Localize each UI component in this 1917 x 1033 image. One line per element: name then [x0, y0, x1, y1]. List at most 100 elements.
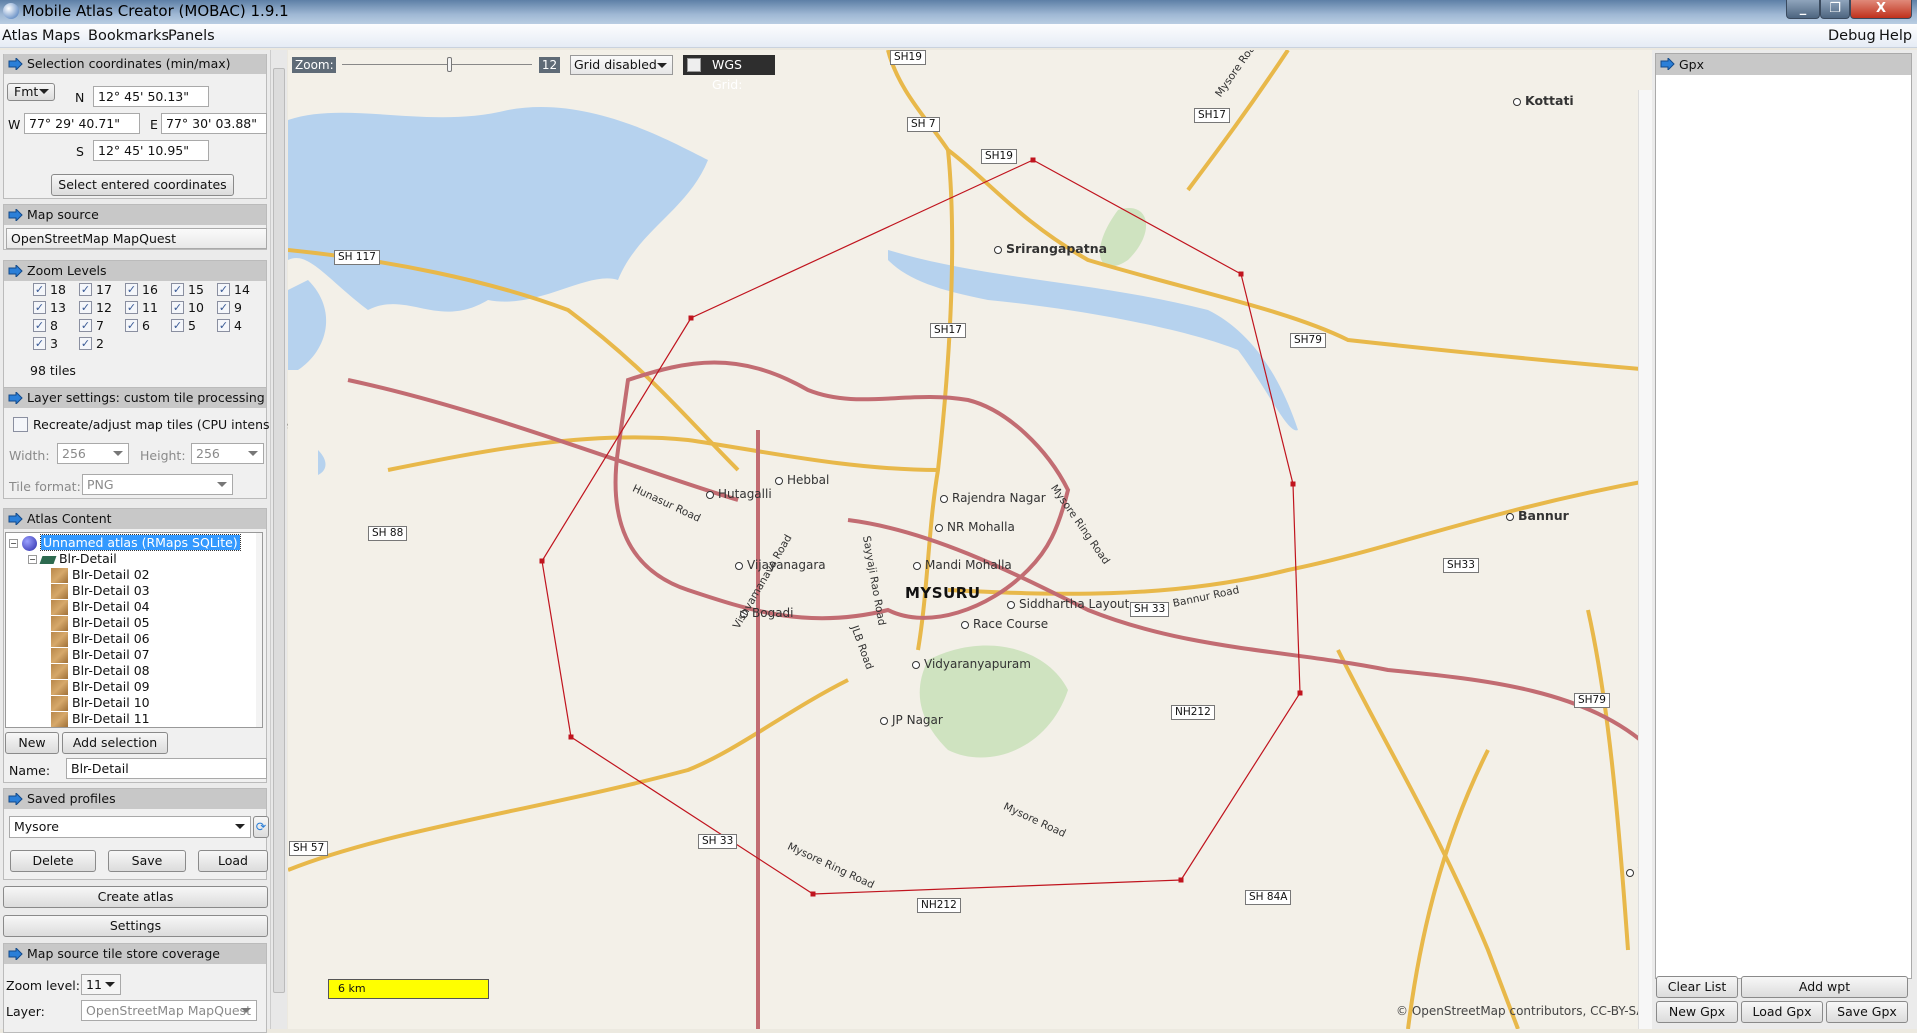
atlas-map-item[interactable]: Blr-Detail 08: [51, 663, 150, 679]
zoom-level-checkbox[interactable]: ✓: [79, 283, 92, 296]
saved-profiles-header[interactable]: Saved profiles: [4, 789, 266, 809]
coverage-layer-select[interactable]: OpenStreetMap MapQuest: [81, 1000, 257, 1021]
atlas-tree[interactable]: − Unnamed atlas (RMaps SQLite) − Blr-Det…: [5, 532, 263, 728]
collapse-icon[interactable]: −: [9, 539, 18, 548]
menu-maps[interactable]: Maps: [42, 28, 80, 44]
zoom-level-checkbox[interactable]: ✓: [125, 283, 138, 296]
zoom-level-checkbox[interactable]: ✓: [217, 283, 230, 296]
selection-vertex[interactable]: [810, 891, 816, 897]
atlas-map-item[interactable]: Blr-Detail 05: [51, 615, 150, 631]
selection-vertex[interactable]: [1030, 157, 1036, 163]
width-select[interactable]: 256: [57, 443, 129, 464]
window-title: Mobile Atlas Creator (MOBAC) 1.9.1: [22, 2, 289, 20]
gpx-list[interactable]: [1655, 53, 1912, 979]
menu-panels[interactable]: Panels: [168, 28, 215, 44]
tile-format-select[interactable]: PNG: [82, 474, 233, 495]
menu-debug[interactable]: Debug: [1828, 28, 1876, 44]
atlas-map-item[interactable]: Blr-Detail 02: [51, 567, 150, 583]
profile-select[interactable]: Mysore: [9, 816, 251, 838]
layer-node[interactable]: − Blr-Detail: [28, 551, 117, 566]
map-source-select[interactable]: OpenStreetMap MapQuest: [6, 228, 267, 249]
menu-help[interactable]: Help: [1879, 28, 1912, 44]
atlas-content-header[interactable]: Atlas Content: [4, 509, 266, 529]
atlas-map-item[interactable]: Blr-Detail 03: [51, 583, 150, 599]
selection-vertex[interactable]: [1238, 271, 1244, 277]
add-waypoint-button[interactable]: Add wpt: [1741, 976, 1908, 998]
zoom-level-checkbox[interactable]: ✓: [171, 301, 184, 314]
zoom-slider[interactable]: [342, 64, 532, 65]
zoom-level-checkbox[interactable]: ✓: [33, 319, 46, 332]
menu-atlas[interactable]: Atlas: [2, 28, 38, 44]
zoom-level-checkbox[interactable]: ✓: [33, 337, 46, 350]
layer-settings-header[interactable]: Layer settings: custom tile processing: [4, 388, 266, 408]
atlas-root-node[interactable]: − Unnamed atlas (RMaps SQLite): [9, 534, 241, 551]
zoom-slider-thumb[interactable]: [446, 57, 452, 72]
new-atlas-button[interactable]: New: [5, 732, 59, 754]
load-gpx-button[interactable]: Load Gpx: [1741, 1001, 1823, 1023]
grid-select[interactable]: Grid disabled: [570, 55, 673, 75]
save-profile-button[interactable]: Save: [108, 850, 186, 872]
atlas-map-item[interactable]: Blr-Detail 12: [51, 727, 150, 728]
collapse-icon[interactable]: −: [28, 555, 37, 564]
gpx-header[interactable]: Gpx: [1656, 54, 1911, 75]
select-entered-coordinates-button[interactable]: Select entered coordinates: [51, 174, 234, 196]
format-dropdown[interactable]: Fmt: [7, 83, 55, 101]
save-gpx-button[interactable]: Save Gpx: [1826, 1001, 1908, 1023]
atlas-map-item[interactable]: Blr-Detail 10: [51, 695, 150, 711]
atlas-map-item[interactable]: Blr-Detail 04: [51, 599, 150, 615]
selection-vertex[interactable]: [1297, 690, 1303, 696]
maximize-button[interactable]: ❐: [1820, 0, 1850, 19]
wgs-grid-checkbox[interactable]: [687, 58, 701, 72]
atlas-map-item[interactable]: Blr-Detail 11: [51, 711, 150, 727]
map-view[interactable]: Kottati Srirangapatna Bannur Hebbal Hutagall…: [288, 50, 1652, 1029]
zoom-level-checkbox[interactable]: ✓: [217, 301, 230, 314]
map-source-header[interactable]: Map source: [4, 205, 266, 225]
height-select[interactable]: 256: [191, 443, 264, 464]
atlas-map-item[interactable]: Blr-Detail 06: [51, 631, 150, 647]
selection-vertex[interactable]: [1290, 481, 1296, 487]
zoom-levels-header[interactable]: Zoom Levels: [4, 261, 266, 281]
west-input[interactable]: 77° 29' 40.71": [24, 113, 140, 134]
zoom-level-checkbox[interactable]: ✓: [79, 337, 92, 350]
zoom-level-checkbox[interactable]: ✓: [125, 319, 138, 332]
north-input[interactable]: 12° 45' 50.13": [93, 86, 209, 107]
zoom-level-checkbox[interactable]: ✓: [79, 301, 92, 314]
zoom-level-checkbox[interactable]: ✓: [33, 301, 46, 314]
zoom-level-checkbox[interactable]: ✓: [171, 319, 184, 332]
refresh-profiles-button[interactable]: ⟳: [253, 816, 269, 838]
load-profile-button[interactable]: Load: [198, 850, 268, 872]
selection-vertex[interactable]: [568, 734, 574, 740]
new-gpx-button[interactable]: New Gpx: [1656, 1001, 1738, 1023]
delete-profile-button[interactable]: Delete: [10, 850, 96, 872]
add-selection-button[interactable]: Add selection: [62, 732, 168, 754]
coverage-zoom-select[interactable]: 11: [81, 974, 121, 995]
height-label: Height:: [140, 448, 186, 463]
selection-vertex[interactable]: [539, 558, 545, 564]
selection-coordinates-header[interactable]: Selection coordinates (min/max): [4, 54, 266, 74]
minimize-button[interactable]: _: [1786, 0, 1820, 19]
scrollbar-thumb[interactable]: [273, 68, 285, 993]
zoom-level-checkbox[interactable]: ✓: [33, 283, 46, 296]
clear-list-button[interactable]: Clear List: [1656, 976, 1738, 998]
tree-scrollbar[interactable]: [256, 533, 262, 727]
settings-button[interactable]: Settings: [3, 915, 268, 937]
left-panel-scrollbar[interactable]: [270, 50, 287, 1029]
recreate-tiles-checkbox[interactable]: [13, 417, 28, 432]
zoom-level-checkbox[interactable]: ✓: [171, 283, 184, 296]
south-input[interactable]: 12° 45' 10.95": [93, 140, 209, 161]
name-input[interactable]: Blr-Detail: [66, 758, 267, 779]
east-input[interactable]: 77° 30' 03.88": [161, 113, 267, 134]
zoom-level-checkbox[interactable]: ✓: [79, 319, 92, 332]
selection-vertex[interactable]: [1178, 877, 1184, 883]
coverage-header[interactable]: Map source tile store coverage: [4, 944, 266, 964]
atlas-map-item[interactable]: Blr-Detail 09: [51, 679, 150, 695]
create-atlas-button[interactable]: Create atlas: [3, 886, 268, 908]
zoom-level-checkbox[interactable]: ✓: [125, 301, 138, 314]
atlas-map-item[interactable]: Blr-Detail 07: [51, 647, 150, 663]
close-button[interactable]: X: [1850, 0, 1912, 19]
selection-vertex[interactable]: [688, 315, 694, 321]
wgs-grid-toggle[interactable]: WGS Grid:: [683, 55, 775, 92]
zoom-level-checkbox[interactable]: ✓: [217, 319, 230, 332]
menu-bookmarks[interactable]: Bookmarks: [88, 28, 169, 44]
north-label: N: [75, 90, 85, 105]
